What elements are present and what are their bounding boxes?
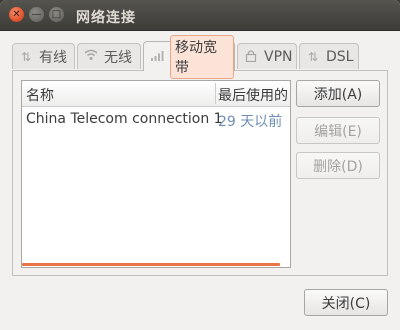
tab-panel: 名称 最后使用的 China Telecom connection 1 29 天… [12,70,388,276]
lock-icon [244,49,258,65]
tab-dsl-label: DSL [326,48,354,65]
network-connections-window: ✕ — □ 网络连接 ⇅ 有线 无线 移动宽带 VPN ⇅ DSL 名称 最后使… [0,0,400,330]
tab-wireless-label: 无线 [104,49,132,66]
window-title: 网络连接 [76,10,136,26]
tab-dsl[interactable]: ⇅ DSL [299,43,359,69]
tab-wireless[interactable]: 无线 [77,43,141,69]
title-bar: ✕ — □ 网络连接 [0,0,400,31]
delete-button[interactable]: 删除(D) [296,152,380,179]
column-header-name[interactable]: 名称 [26,85,54,105]
wifi-icon [84,49,98,64]
tab-mobile-broadband-label: 移动宽带 [170,34,234,79]
list-header: 名称 最后使用的 [22,81,290,107]
close-button[interactable]: 关闭(C) [304,289,388,316]
add-button[interactable]: 添加(A) [296,80,380,107]
tab-mobile-broadband[interactable]: 移动宽带 [143,34,235,79]
connection-name: China Telecom connection 1 [26,111,223,127]
column-divider [215,83,216,104]
close-window-icon[interactable]: ✕ [9,7,24,22]
mobile-signal-icon [150,49,164,64]
connection-last-used: 29 天以前 [218,114,283,130]
edit-button[interactable]: 编辑(E) [296,117,380,144]
horizontal-scrollbar[interactable] [22,263,280,266]
minimize-window-icon[interactable]: — [29,7,44,22]
tab-vpn[interactable]: VPN [237,43,297,69]
tab-vpn-label: VPN [264,48,293,65]
tab-wired-label: 有线 [39,49,67,66]
dsl-icon: ⇅ [307,49,319,64]
table-row[interactable]: China Telecom connection 1 29 天以前 [22,107,290,131]
column-header-last-used[interactable]: 最后使用的 [218,85,288,105]
tab-wired[interactable]: ⇅ 有线 [12,43,75,69]
maximize-window-icon[interactable]: □ [49,7,64,22]
connection-list[interactable]: 名称 最后使用的 China Telecom connection 1 29 天… [21,80,291,268]
wired-icon: ⇅ [20,49,32,64]
